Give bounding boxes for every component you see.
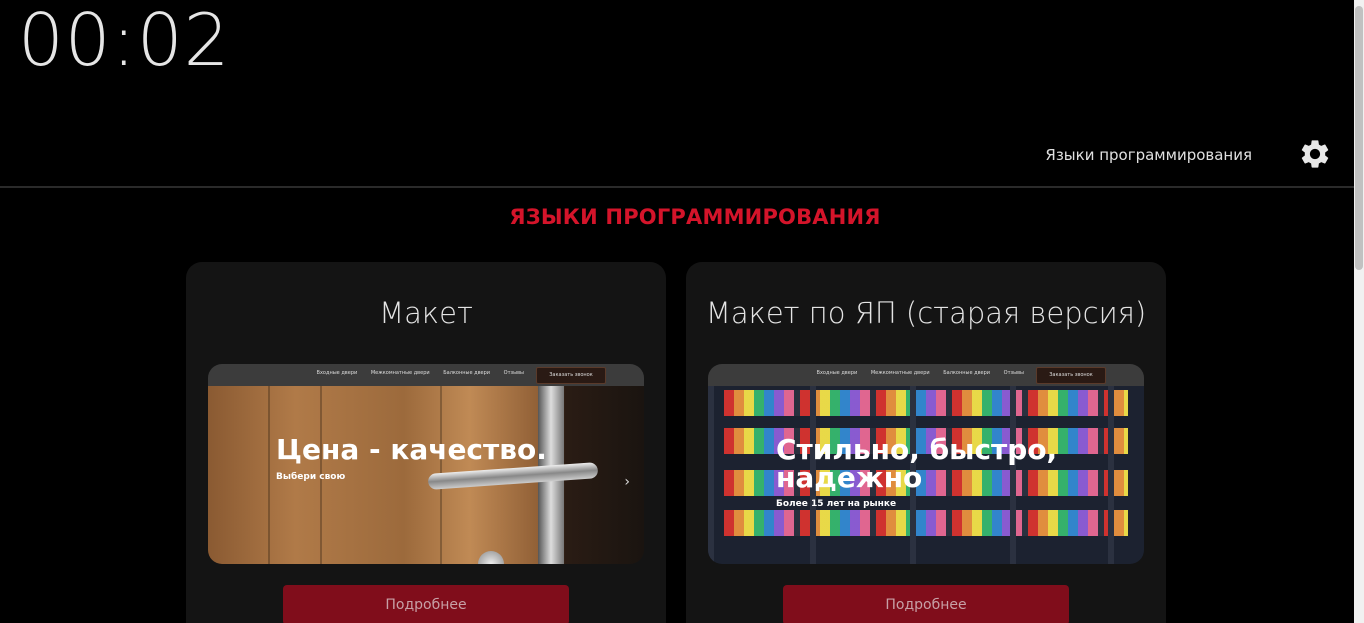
preview-nav-item: Межкомнатные двери: [370, 370, 430, 376]
preview-hero-title: Цена - качество.: [276, 433, 547, 466]
card-title: Макет: [379, 296, 473, 330]
section-title: ЯЗЫКИ ПРОГРАММИРОВАНИЯ: [509, 205, 881, 229]
preview-hero-subtitle: Выбери свою: [276, 472, 346, 482]
page: 00:02 Языки программирования ЯЗЫКИ ПРОГР…: [0, 0, 1364, 623]
preview-nav-item: Межкомнатные двери: [870, 370, 930, 376]
scrollbar-thumb[interactable]: [1355, 6, 1363, 270]
preview-call-button: Заказать звонок: [536, 367, 606, 384]
door-photo: ›: [208, 386, 644, 564]
project-card: Макет по ЯП (старая версия) Входные двер…: [686, 262, 1166, 623]
preview-nav-item: Отзывы: [503, 370, 524, 376]
card-preview-image[interactable]: Входные двери Межкомнатные двери Балконн…: [708, 364, 1144, 564]
scrollbar[interactable]: [1354, 0, 1364, 623]
preview-hero-title-line1: Стильно, быстро,: [776, 433, 1058, 466]
header-divider: [0, 186, 1354, 188]
preview-nav-item: Балконные двери: [943, 370, 991, 376]
card-preview-image[interactable]: › Входные двери Межкомнатные двери Балко…: [208, 364, 644, 564]
preview-nav-item: Входные двери: [316, 370, 358, 376]
preview-call-button: Заказать звонок: [1036, 367, 1106, 384]
preview-nav-item: Входные двери: [816, 370, 858, 376]
preview-hero-title-line2: надежно: [776, 461, 923, 494]
card-title: Макет по ЯП (старая версия): [705, 296, 1147, 330]
nav-link-programming-languages[interactable]: Языки программирования: [1045, 146, 1252, 164]
gear-icon[interactable]: [1298, 137, 1332, 171]
preview-hero-subtitle: Более 15 лет на рынке: [776, 499, 897, 509]
timer: 00:02: [18, 0, 231, 82]
more-button[interactable]: Подробнее: [283, 585, 569, 623]
preview-navbar: Входные двери Межкомнатные двери Балконн…: [208, 364, 644, 386]
preview-nav-item: Отзывы: [1003, 370, 1024, 376]
building-photo: [708, 386, 1144, 564]
chevron-right-icon: ›: [624, 474, 630, 490]
preview-navbar: Входные двери Межкомнатные двери Балконн…: [708, 364, 1144, 386]
preview-nav-item: Балконные двери: [443, 370, 491, 376]
project-card: Макет › Входные двери Межкомнатные двери…: [186, 262, 666, 623]
more-button[interactable]: Подробнее: [783, 585, 1069, 623]
